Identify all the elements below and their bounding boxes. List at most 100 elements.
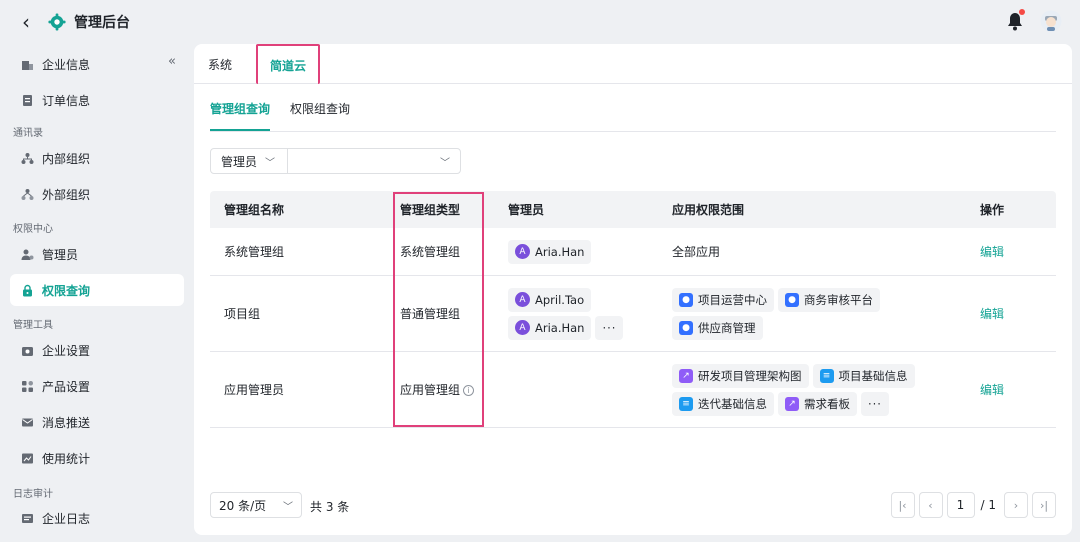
sidebar-item-external-org[interactable]: 外部组织 — [10, 178, 184, 210]
app-scope: ↗ 研发项目管理架构图 ≡ 项目基础信息 ≡ 迭代基础信息 ↗ 需求看板 ··· — [658, 362, 966, 418]
group-type-label: 应用管理组 — [400, 383, 461, 397]
sidebar-item-label: 外部组织 — [42, 187, 91, 202]
order-icon — [20, 93, 34, 107]
sidebar-item-permission-query[interactable]: 权限查询 — [10, 274, 184, 306]
pagination: |‹ ‹ 1 / 1 › ›| — [890, 492, 1056, 518]
app-scope: ● 项目运营中心 ● 商务审核平台 ● 供应商管理 — [658, 286, 966, 342]
app-chip[interactable]: ● 供应商管理 — [672, 315, 763, 340]
tab-admin-group-query[interactable]: 管理组查询 — [210, 100, 271, 131]
sidebar-item-label: 管理员 — [42, 247, 79, 262]
admin-chip[interactable]: A April.Tao — [508, 287, 592, 312]
app-name: 项目基础信息 — [838, 368, 908, 383]
sub-tabs: 管理组查询 权限组查询 — [210, 100, 1056, 132]
more-admins-button[interactable]: ··· — [595, 315, 624, 340]
admin-chip[interactable]: A Aria.Han — [508, 239, 592, 264]
admin-name: Aria.Han — [535, 244, 585, 259]
settings-icon — [20, 343, 34, 357]
group-name: 应用管理员 — [224, 383, 285, 397]
total-count: 共 3 条 — [310, 500, 350, 514]
app-name: 迭代基础信息 — [698, 396, 767, 411]
page-size-select[interactable]: 20 条/页 ﹀ — [210, 492, 302, 518]
sidebar-item-label: 消息推送 — [42, 415, 91, 430]
sidebar-item-label: 企业信息 — [42, 57, 91, 72]
app-name: 需求看板 — [804, 396, 850, 411]
grid-icon — [20, 379, 34, 393]
total-pages: / 1 — [980, 498, 997, 512]
table-row: 项目组 普通管理组 A April.Tao A Aria.Han ··· ● 项目运营… — [210, 276, 1056, 352]
page-input[interactable]: 1 — [946, 492, 975, 518]
lock-icon — [20, 283, 34, 297]
app-name: 供应商管理 — [698, 320, 756, 335]
edit-link[interactable]: 编辑 — [980, 383, 1004, 397]
section-label-admin-tools: 管理工具 — [13, 320, 53, 331]
group-type: 应用管理组 i — [386, 381, 494, 398]
column-header: 应用权限范围 — [672, 203, 745, 217]
group-type: 系统管理组 — [400, 245, 461, 259]
section-label-permission-center: 权限中心 — [13, 224, 53, 235]
admin-name: Aria.Han — [535, 320, 585, 335]
op-cell: 编辑 — [966, 305, 1056, 322]
sidebar-item-product-settings[interactable]: 产品设置 — [10, 370, 184, 402]
prev-page-button[interactable]: ‹ — [918, 492, 943, 518]
next-page-button[interactable]: › — [1004, 492, 1028, 518]
sidebar-item-admin[interactable]: 管理员 — [10, 238, 184, 270]
more-apps-button[interactable]: ··· — [861, 391, 889, 416]
avatar: A — [515, 320, 530, 335]
filter-bar: 管理员 ﹀ ﹀ — [210, 148, 461, 174]
column-header: 操作 — [980, 203, 1005, 217]
app-chip[interactable]: ● 项目运营中心 — [672, 287, 774, 312]
chart-app-icon: ↗ — [785, 396, 799, 411]
user-avatar[interactable] — [1040, 10, 1062, 32]
app-chip[interactable]: ≡ 项目基础信息 — [812, 363, 915, 388]
filter-value-select[interactable]: ﹀ — [288, 149, 460, 173]
sidebar-item-label: 使用统计 — [42, 451, 91, 466]
sidebar-item-internal-org[interactable]: 内部组织 — [10, 142, 184, 174]
tab-jiandaoyun[interactable]: 简道云 — [256, 44, 321, 84]
admin-chip[interactable]: A Aria.Han — [508, 315, 592, 340]
form-app-icon: ≡ — [819, 368, 834, 383]
external-org-icon — [20, 187, 34, 201]
sidebar-item-company-log[interactable]: 企业日志 — [10, 502, 184, 534]
app-chip[interactable]: ↗ 研发项目管理架构图 — [672, 363, 809, 388]
building-icon — [20, 57, 34, 71]
notification-dot — [1019, 9, 1025, 15]
tab-permission-group-query[interactable]: 权限组查询 — [290, 100, 350, 131]
app-chip[interactable]: ● 商务审核平台 — [778, 287, 880, 312]
filter-type-select[interactable]: 管理员 ﹀ — [211, 149, 288, 173]
table-row: 系统管理组 系统管理组 A Aria.Han 全部应用 编辑 — [210, 228, 1056, 276]
table-row: 应用管理员 应用管理组 i ↗ 研发项目管理架构图 ≡ 项目基础信息 ≡ 迭代基础信息 … — [210, 352, 1056, 428]
sidebar-item-label: 内部组织 — [42, 151, 91, 166]
page-size-value: 20 条/页 — [219, 498, 267, 513]
info-icon[interactable]: i — [463, 385, 475, 396]
mail-icon — [20, 415, 34, 429]
form-app-icon: ≡ — [679, 396, 693, 411]
edit-link[interactable]: 编辑 — [980, 307, 1004, 321]
sidebar-item-order-info[interactable]: 订单信息 — [10, 84, 184, 116]
admin-name: April.Tao — [535, 292, 585, 307]
last-page-button[interactable]: ›| — [1032, 492, 1056, 518]
app-name: 商务审核平台 — [804, 292, 873, 307]
app-name: 项目运营中心 — [698, 292, 767, 307]
group-type: 普通管理组 — [400, 307, 461, 321]
group-name: 系统管理组 — [224, 245, 285, 259]
op-cell: 编辑 — [966, 243, 1056, 260]
sidebar-item-company-info[interactable]: 企业信息 — [10, 48, 184, 80]
top-bar: ‹ 管理后台 — [0, 0, 1080, 44]
sidebar-item-message-push[interactable]: 消息推送 — [10, 406, 184, 438]
sidebar-item-company-settings[interactable]: 企业设置 — [10, 334, 184, 366]
section-label-contacts: 通讯录 — [13, 128, 43, 139]
log-icon — [20, 511, 34, 525]
sidebar-item-label: 订单信息 — [42, 93, 91, 108]
app-chip[interactable]: ≡ 迭代基础信息 — [672, 391, 774, 416]
admin-group-table: 管理组名称 管理组类型 管理员 应用权限范围 操作 系统管理组 系统管理组 AA… — [210, 191, 1056, 428]
admin-list: A Aria.Han — [494, 238, 658, 266]
app-chip[interactable]: ↗ 需求看板 — [778, 391, 857, 416]
chevron-left-icon[interactable]: ‹ — [16, 10, 36, 34]
chevron-down-icon: ﹀ — [440, 157, 450, 169]
first-page-button[interactable]: |‹ — [890, 492, 915, 518]
gear-icon — [48, 13, 66, 31]
bell-icon[interactable] — [1006, 9, 1025, 31]
tab-system[interactable]: 系统 — [194, 44, 246, 84]
sidebar-item-usage-stats[interactable]: 使用统计 — [10, 442, 184, 474]
edit-link[interactable]: 编辑 — [980, 245, 1004, 259]
